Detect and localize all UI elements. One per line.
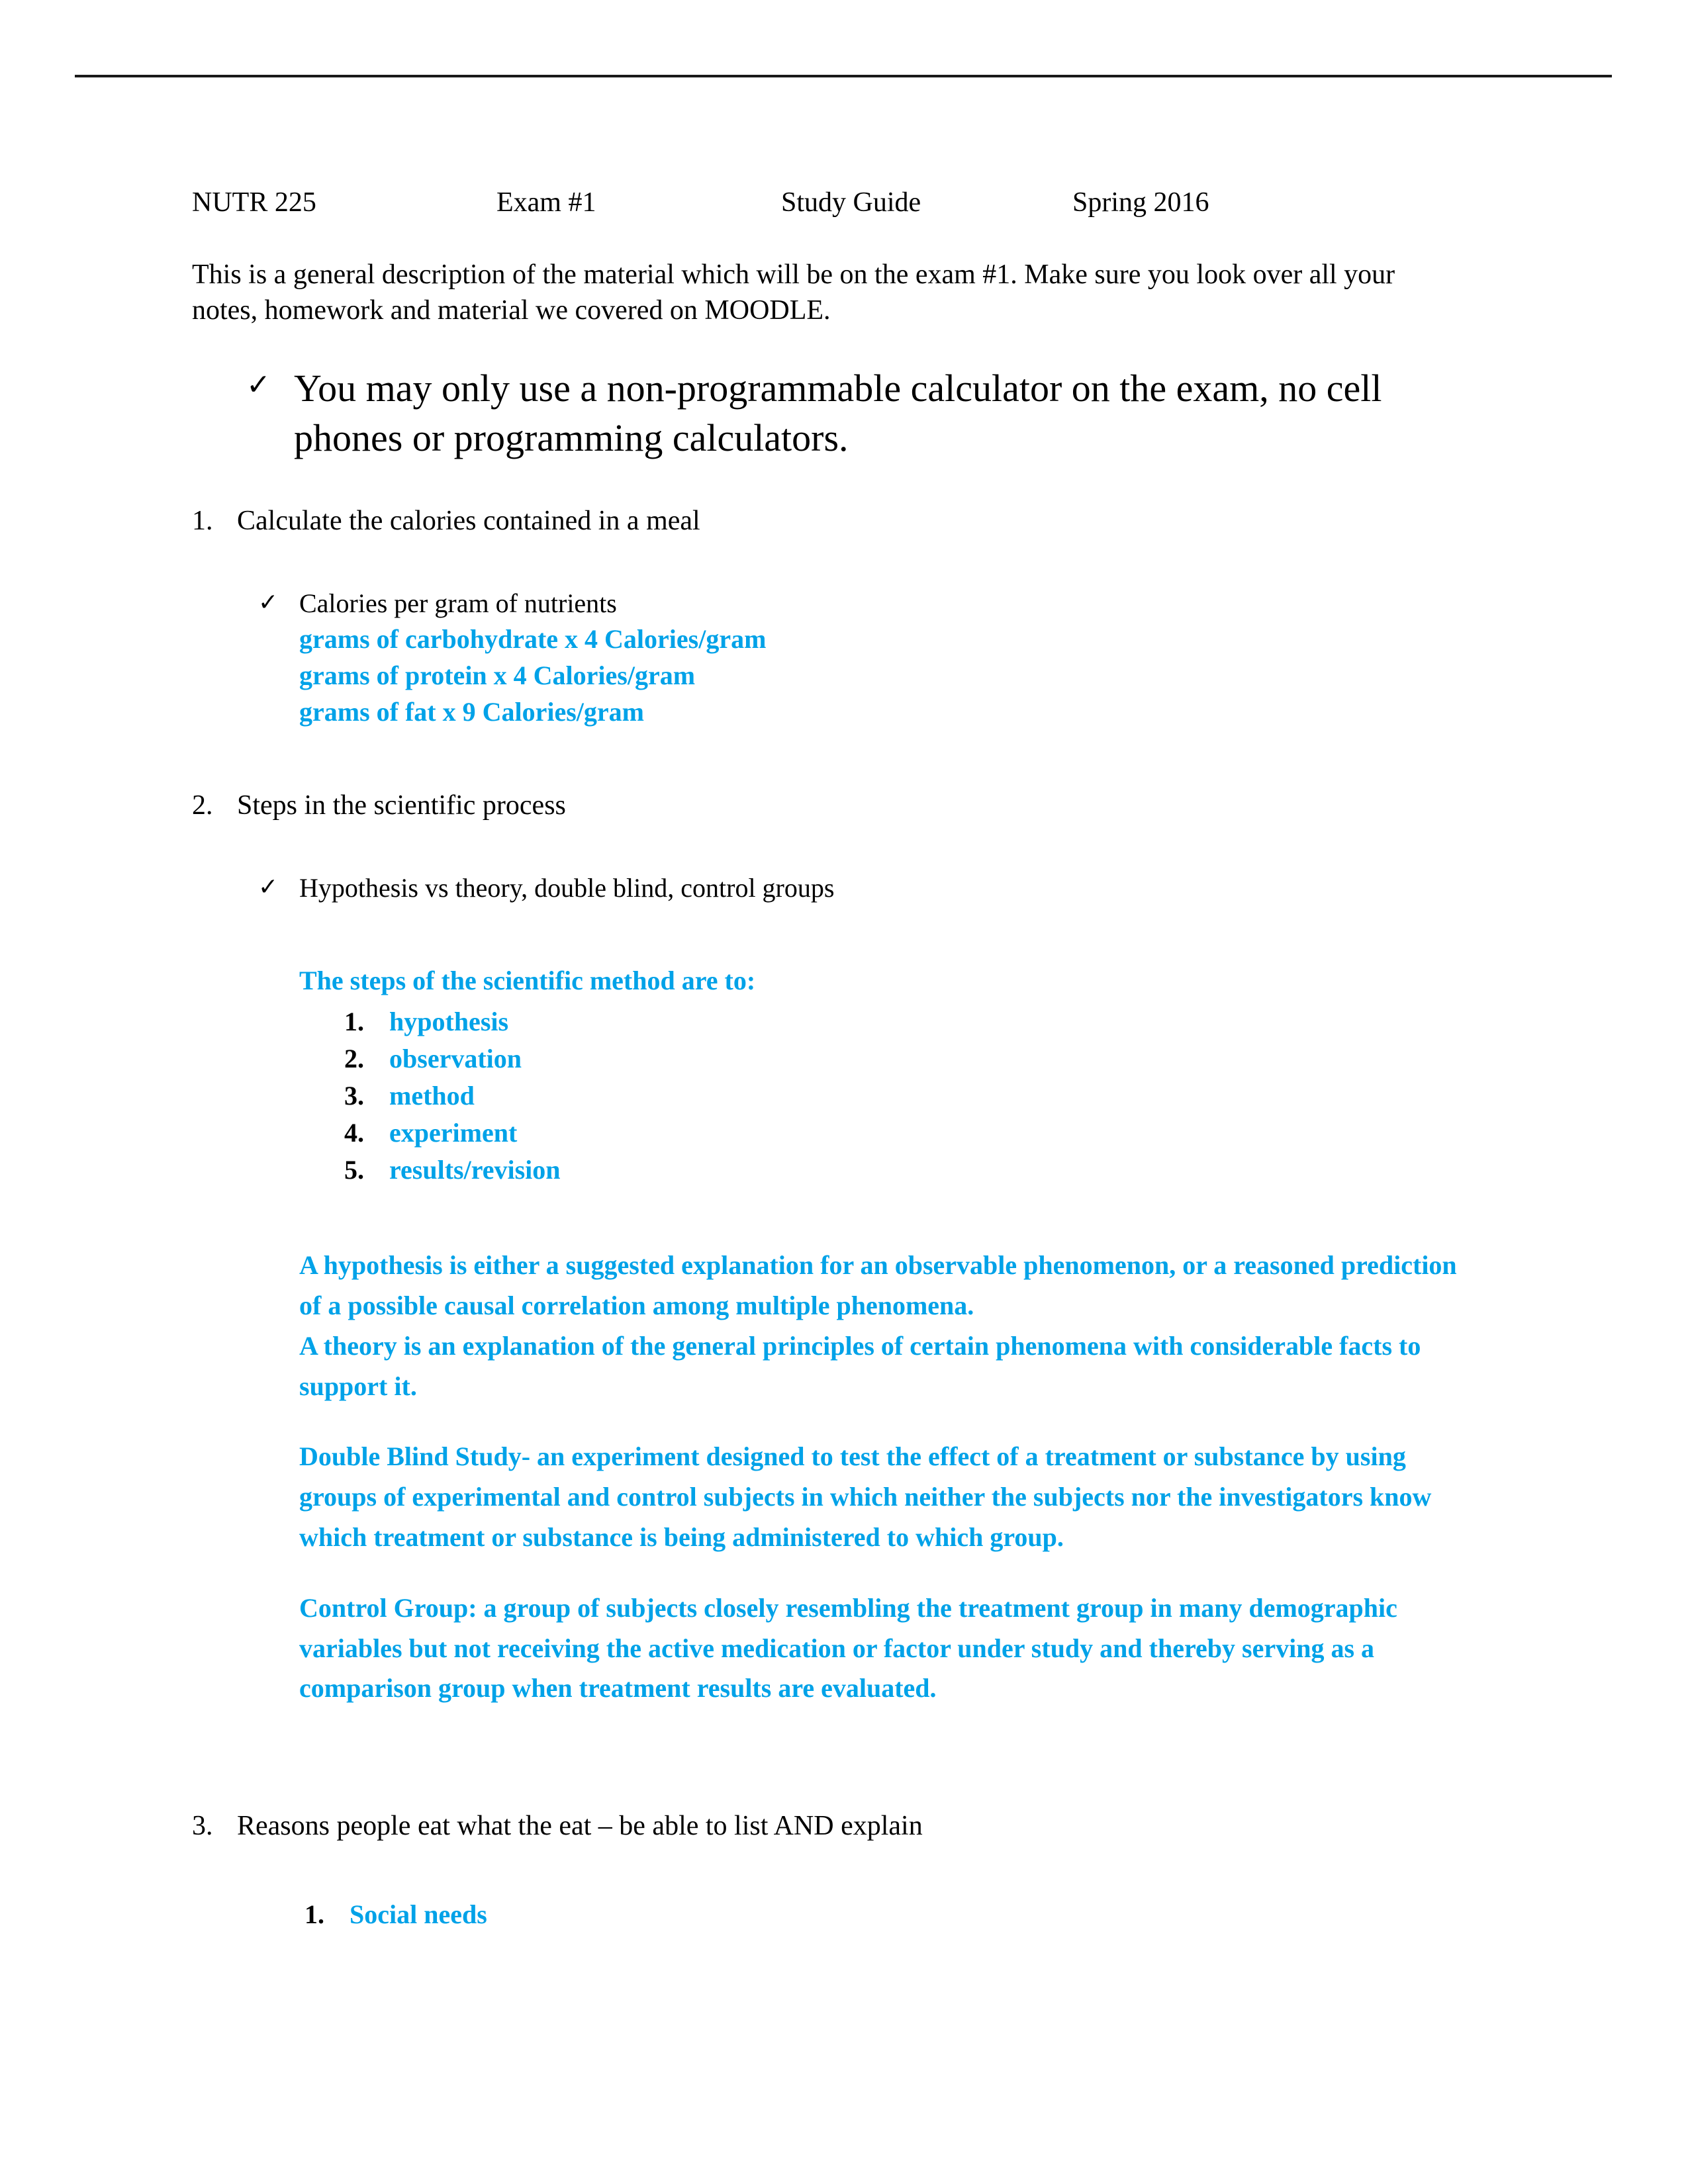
- item-number: 3.: [192, 1811, 213, 1842]
- check-icon: ✓: [258, 874, 279, 901]
- check-icon: ✓: [258, 589, 279, 616]
- list-item-number: 1.: [305, 1899, 324, 1929]
- formula-line: grams of carbohydrate x 4 Calories/gram: [299, 624, 767, 655]
- item-heading: Reasons people eat what the eat – be abl…: [237, 1811, 923, 1842]
- list-item: 1. Social needs: [305, 1896, 1516, 1933]
- list-item: 5. results/revision: [344, 1152, 1516, 1189]
- control-group-definition: Control Group: a group of subjects close…: [299, 1592, 1397, 1704]
- list-item-number: 4.: [344, 1118, 364, 1148]
- list-item: 1. hypothesis: [344, 1003, 1516, 1040]
- scientific-method-heading: The steps of the scientific method are t…: [299, 966, 756, 996]
- calculator-callout: ✓ You may only use a non-programmable ca…: [246, 363, 1431, 463]
- formula-line: grams of fat x 9 Calories/gram: [299, 697, 644, 727]
- double-blind-definition: Double Blind Study- an experiment design…: [299, 1441, 1432, 1553]
- formula-line: grams of protein x 4 Calories/gram: [299, 660, 696, 691]
- list-item-label: observation: [389, 1044, 522, 1074]
- document-title-row: NUTR 225 Exam #1 Study Guide Spring 2016: [192, 187, 1516, 220]
- scientific-method-list: 1. hypothesis 2. observation 3. method 4…: [192, 1003, 1516, 1189]
- list-item: 2. observation: [344, 1040, 1516, 1077]
- list-item-label: method: [389, 1081, 475, 1111]
- intro-paragraph: This is a general description of the mat…: [192, 259, 1395, 326]
- list-item: 3. Reasons people eat what the eat – be …: [192, 1808, 1516, 1844]
- item-number: 1.: [192, 505, 213, 536]
- item-heading: Calculate the calories contained in a me…: [237, 505, 700, 536]
- document-body: NUTR 225 Exam #1 Study Guide Spring 2016 Th…: [192, 187, 1516, 1933]
- list-item-number: 1.: [344, 1007, 364, 1037]
- check-icon: ✓: [246, 368, 271, 401]
- list-item-number: 2.: [344, 1044, 364, 1074]
- title-kind: Study Guide: [781, 187, 921, 218]
- list-item-number: 5.: [344, 1155, 364, 1185]
- sub-bullet: ✓ Hypothesis vs theory, double blind, co…: [258, 871, 1516, 905]
- hypothesis-definition: A hypothesis is either a suggested expla…: [299, 1250, 1457, 1401]
- list-item-number: 3.: [344, 1081, 364, 1111]
- sub-bullet: ✓ Calories per gram of nutrients: [258, 586, 1516, 621]
- document-page: NUTR 225 Exam #1 Study Guide Spring 2016 Th…: [0, 0, 1688, 2184]
- list-item-label: Social needs: [350, 1899, 487, 1929]
- sub-bullet-text: Calories per gram of nutrients: [299, 588, 617, 619]
- list-item: 4. experiment: [344, 1115, 1516, 1152]
- list-item-label: hypothesis: [389, 1007, 509, 1037]
- item-number: 2.: [192, 790, 213, 821]
- list-item: 2. Steps in the scientific process: [192, 788, 1516, 824]
- list-item-label: results/revision: [389, 1155, 561, 1185]
- title-course: NUTR 225: [192, 187, 316, 218]
- title-term: Spring 2016: [1072, 187, 1209, 218]
- list-item: 3. method: [344, 1077, 1516, 1115]
- list-item-label: experiment: [389, 1118, 518, 1148]
- header-divider: [75, 75, 1612, 77]
- sub-bullet-text: Hypothesis vs theory, double blind, cont…: [299, 873, 835, 903]
- list-item: 1. Calculate the calories contained in a…: [192, 503, 1516, 539]
- item-heading: Steps in the scientific process: [237, 790, 566, 821]
- calculator-callout-text: You may only use a non-programmable calc…: [294, 366, 1382, 460]
- reasons-list: 1. Social needs: [192, 1896, 1516, 1933]
- calorie-formula-block: grams of carbohydrate x 4 Calories/gram …: [299, 621, 1516, 731]
- title-exam: Exam #1: [496, 187, 596, 218]
